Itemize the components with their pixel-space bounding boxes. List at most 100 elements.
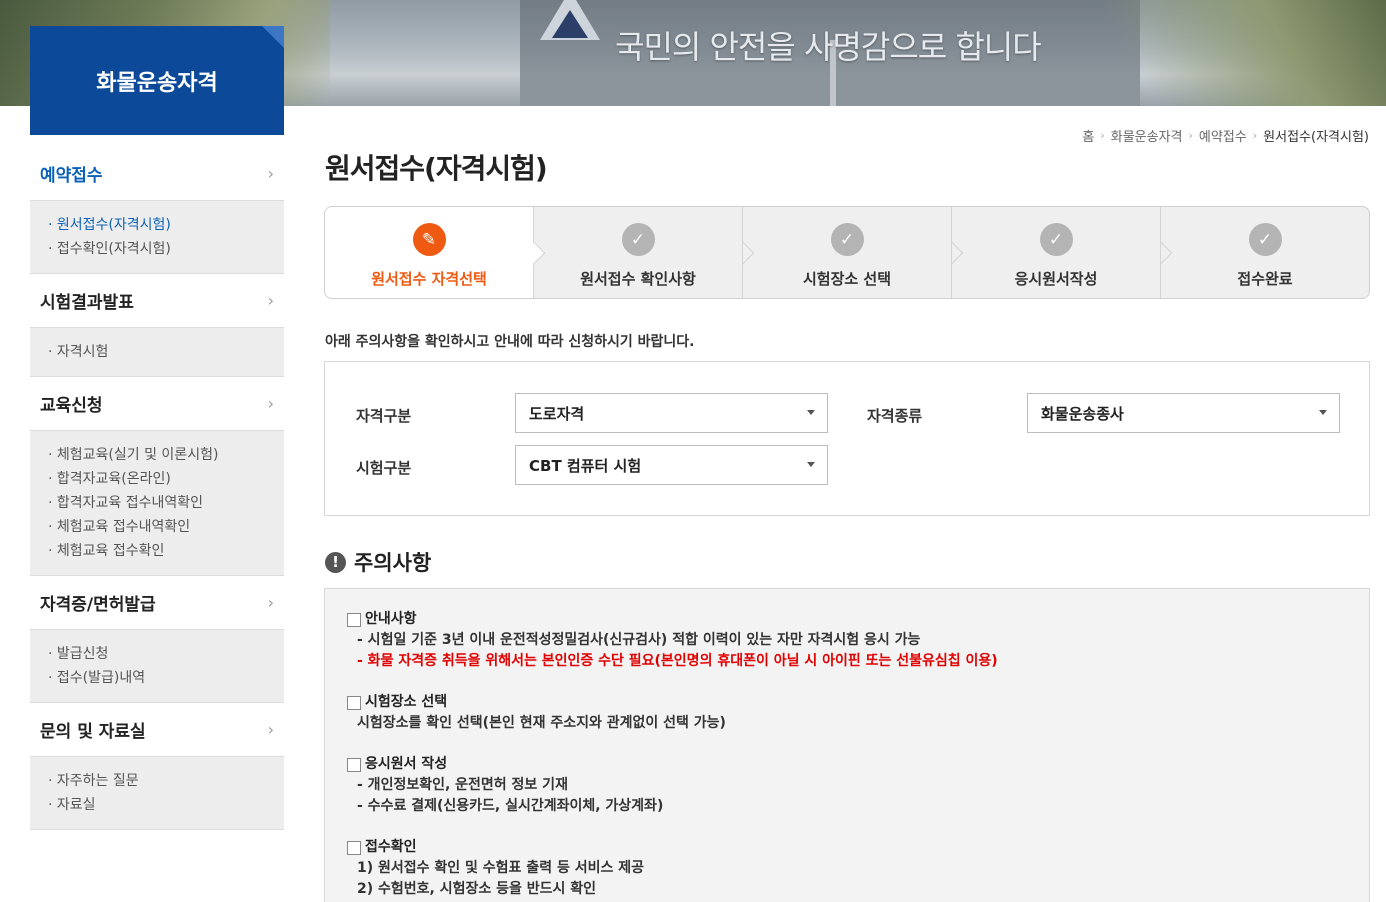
breadcrumb-current: 원서접수(자격시험) — [1263, 130, 1369, 145]
qualification-form: 자격구분 도로자격 자격종류 화물운송종사 시험구분 CBT 컴퓨터 시험 — [324, 361, 1370, 516]
step-label: 원서접수 자격선택 — [371, 270, 487, 288]
sidebar-item-apply-check[interactable]: 접수확인(자격시험) — [48, 237, 274, 261]
qual-type-label: 자격구분 — [356, 407, 412, 425]
caution-item-head: 접수확인 — [347, 837, 1347, 858]
chevron-right-icon: › — [267, 720, 274, 739]
sidebar-submenu: 원서접수(자격시험) 접수확인(자격시험) — [30, 200, 284, 274]
caution-line: 시험장소를 확인 선택(본인 현재 주소지와 관계없이 선택 가능) — [357, 715, 726, 731]
caution-item-head: 응시원서 작성 — [347, 754, 1347, 775]
chevron-right-icon: › — [1252, 129, 1258, 142]
caution-line: - 시험일 기준 3년 이내 운전적성정밀검사(신규검사) 적합 이력이 있는 … — [357, 632, 921, 648]
sidebar-submenu: 자격시험 — [30, 327, 284, 377]
exam-type-select[interactable]: CBT 컴퓨터 시험 — [515, 445, 828, 485]
check-icon: ✓ — [830, 223, 864, 256]
pencil-icon: ✎ — [412, 223, 446, 256]
qual-type-select[interactable]: 도로자격 — [515, 393, 828, 433]
exclamation-icon: ! — [325, 551, 346, 573]
step-label: 응시원서작성 — [1014, 270, 1098, 288]
sidebar-item-experience-history[interactable]: 체험교육 접수내역확인 — [48, 515, 274, 539]
step-application-form: ✓ 응시원서작성 — [951, 207, 1173, 298]
sidebar-section-reservation[interactable]: 예약접수 › — [30, 147, 284, 200]
caution-item: 시험장소 선택 시험장소를 확인 선택(본인 현재 주소지와 관계없이 선택 가… — [347, 692, 1347, 734]
instruction-text: 아래 주의사항을 확인하시고 안내에 따라 신청하시기 바랍니다. — [325, 334, 695, 350]
sidebar-section-label: 시험결과발표 — [40, 293, 134, 313]
sidebar-section-label: 자격증/면허발급 — [40, 595, 156, 615]
breadcrumb-home[interactable]: 홈 — [1082, 126, 1094, 145]
step-exam-location: ✓ 시험장소 선택 — [742, 207, 964, 298]
step-label: 시험장소 선택 — [802, 270, 892, 288]
sidebar-title: 화물운송자격 — [30, 26, 284, 135]
sidebar-menu: 예약접수 › 원서접수(자격시험) 접수확인(자격시험) 시험결과발표 › 자격… — [30, 147, 284, 830]
step-label: 원서접수 확인사항 — [580, 270, 696, 288]
check-icon: ✓ — [1248, 223, 1282, 256]
dropdown-arrow-icon — [1319, 410, 1327, 415]
qual-kind-value: 화물운송종사 — [1041, 404, 1124, 423]
sidebar-item-faq[interactable]: 자주하는 질문 — [48, 769, 274, 793]
sidebar-section-license[interactable]: 자격증/면허발급 › — [30, 576, 284, 629]
checkbox-icon — [347, 840, 361, 855]
caution-line: - 수수료 결제(신용카드, 실시간계좌이체, 가상계좌) — [357, 798, 664, 814]
step-qualification-select: ✎ 원서접수 자격선택 — [325, 207, 546, 298]
sidebar-item-apply[interactable]: 원서접수(자격시험) — [48, 213, 274, 237]
chevron-right-icon: › — [1188, 129, 1193, 142]
sidebar-item-passer-edu-history[interactable]: 합격자교육 접수내역확인 — [48, 491, 274, 515]
check-icon: ✓ — [1039, 223, 1073, 256]
page-title: 원서접수(자격시험) — [325, 152, 548, 185]
caution-item-title: 안내사항 — [365, 611, 417, 627]
caution-heading: ! 주의사항 — [325, 547, 431, 577]
caution-line: - 개인정보확인, 운전면허 정보 기재 — [357, 777, 568, 793]
qual-type-value: 도로자격 — [529, 404, 585, 423]
chevron-right-icon: › — [267, 291, 274, 310]
checkbox-icon — [347, 695, 361, 710]
sidebar-submenu: 체험교육(실기 및 이론시험) 합격자교육(온라인) 합격자교육 접수내역확인 … — [30, 430, 284, 576]
checkbox-icon — [347, 612, 361, 627]
caution-line: 1) 원서접수 확인 및 수험표 출력 등 서비스 제공 — [357, 860, 644, 876]
dropdown-arrow-icon — [807, 462, 815, 467]
caution-warning-line: - 화물 자격증 취득을 위해서는 본인인증 수단 필요(본인명의 휴대폰이 아… — [357, 653, 998, 669]
caution-item-title: 접수확인 — [365, 839, 417, 855]
sidebar-section-label: 문의 및 자료실 — [40, 722, 146, 742]
breadcrumb: 홈 › 화물운송자격 › 예약접수 › 원서접수(자격시험) — [1082, 126, 1369, 145]
exam-type-label: 시험구분 — [356, 459, 412, 477]
qual-kind-label: 자격종류 — [867, 407, 923, 425]
sidebar-item-experience-check[interactable]: 체험교육 접수확인 — [48, 539, 274, 563]
sidebar-item-qual-exam[interactable]: 자격시험 — [48, 340, 274, 364]
chevron-right-icon: › — [267, 164, 274, 183]
exam-type-value: CBT 컴퓨터 시험 — [529, 456, 642, 475]
chevron-right-icon: › — [267, 394, 274, 413]
caution-item-head: 안내사항 — [347, 609, 1347, 630]
sidebar-item-archive[interactable]: 자료실 — [48, 793, 274, 817]
caution-item-head: 시험장소 선택 — [347, 692, 1347, 713]
breadcrumb-item[interactable]: 화물운송자격 — [1111, 126, 1183, 145]
caution-box: 안내사항 - 시험일 기준 3년 이내 운전적성정밀검사(신규검사) 적합 이력… — [324, 588, 1370, 902]
sidebar-section-education[interactable]: 교육신청 › — [30, 377, 284, 430]
sidebar-section-label: 예약접수 — [40, 166, 103, 186]
sidebar-section-results[interactable]: 시험결과발표 › — [30, 274, 284, 327]
caution-title-text: 주의사항 — [354, 551, 432, 575]
caution-item-title: 응시원서 작성 — [365, 756, 448, 772]
chevron-right-icon: › — [267, 593, 274, 612]
sidebar-item-issue[interactable]: 발급신청 — [48, 642, 274, 666]
progress-steps: ✎ 원서접수 자격선택 ✓ 원서접수 확인사항 ✓ 시험장소 선택 ✓ 응시원서… — [324, 206, 1370, 299]
banner-trees-right — [1086, 0, 1386, 106]
corner-fold-icon — [262, 26, 284, 48]
checkbox-icon — [347, 757, 361, 772]
step-complete: ✓ 접수완료 — [1160, 207, 1369, 298]
sidebar-title-text: 화물운송자격 — [96, 70, 218, 96]
qual-kind-select[interactable]: 화물운송종사 — [1027, 393, 1340, 433]
banner-slogan: 국민의 안전을 사명감으로 합니다 — [615, 28, 1042, 66]
sidebar-section-support[interactable]: 문의 및 자료실 › — [30, 703, 284, 756]
step-confirm-notes: ✓ 원서접수 확인사항 — [533, 207, 755, 298]
sidebar-item-issue-history[interactable]: 접수(발급)내역 — [48, 666, 274, 690]
caution-item: 응시원서 작성 - 개인정보확인, 운전면허 정보 기재 - 수수료 결제(신용… — [347, 754, 1347, 817]
sidebar-section-label: 교육신청 — [40, 396, 103, 416]
caution-item-title: 시험장소 선택 — [365, 694, 448, 710]
caution-item: 안내사항 - 시험일 기준 3년 이내 운전적성정밀검사(신규검사) 적합 이력… — [347, 609, 1347, 672]
caution-line: 2) 수험번호, 시험장소 등을 반드시 확인 — [357, 881, 597, 897]
step-label: 접수완료 — [1237, 270, 1293, 288]
sidebar-item-experience-edu[interactable]: 체험교육(실기 및 이론시험) — [48, 443, 274, 467]
breadcrumb-item[interactable]: 예약접수 — [1199, 126, 1247, 145]
banner-triangle-inner — [552, 10, 588, 38]
sidebar-submenu: 발급신청 접수(발급)내역 — [30, 629, 284, 703]
sidebar-item-passer-edu[interactable]: 합격자교육(온라인) — [48, 467, 274, 491]
